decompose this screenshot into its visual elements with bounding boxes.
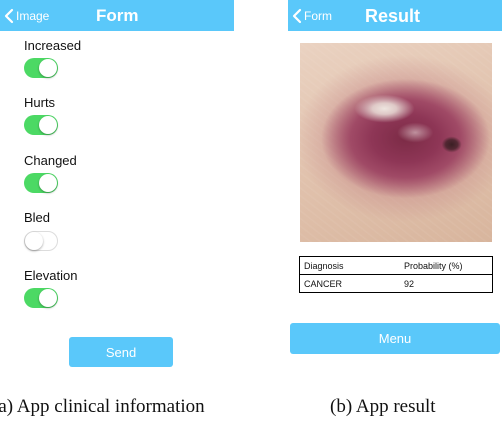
caption-right: (b) App result	[330, 396, 436, 417]
back-button-label: Form	[304, 9, 332, 23]
field-label-changed: Changed	[24, 153, 77, 168]
toggle-changed[interactable]	[24, 173, 58, 193]
field-label-hurts: Hurts	[24, 95, 56, 110]
toggle-knob	[25, 232, 43, 250]
toggle-knob	[39, 116, 57, 134]
toggle-knob	[39, 174, 57, 192]
toggle-bled[interactable]	[24, 231, 58, 251]
skin-lesion-photo	[300, 43, 492, 242]
field-label-bled: Bled	[24, 210, 51, 225]
back-button-label: Image	[16, 9, 50, 23]
result-nav-bar: Form Result	[288, 0, 502, 31]
caption-left: (a) App clinical information	[0, 396, 205, 417]
toggle-knob	[39, 59, 57, 77]
toggle-hurts[interactable]	[24, 115, 58, 135]
chevron-left-icon	[4, 8, 14, 24]
form-nav-bar: Image Form	[0, 0, 234, 31]
result-table: Diagnosis Probability (%) CANCER 92	[299, 256, 493, 293]
send-button[interactable]: Send	[69, 337, 173, 367]
page-title: Form	[96, 6, 139, 25]
result-screen: Form Result Diagnosis Probability (%) CA…	[288, 0, 502, 360]
field-label-increased: Increased	[24, 38, 82, 53]
probability-value: 92	[400, 274, 493, 293]
diagnosis-value: CANCER	[299, 274, 400, 293]
back-button[interactable]: Form	[290, 8, 332, 24]
toggle-knob	[39, 289, 57, 307]
page-title: Result	[365, 6, 421, 26]
table-row: CANCER 92	[299, 274, 493, 293]
back-button[interactable]: Image	[2, 8, 49, 24]
table-header-row: Diagnosis Probability (%)	[299, 256, 493, 275]
table-header-probability: Probability (%)	[400, 256, 493, 275]
chevron-left-icon	[292, 8, 302, 24]
field-label-elevation: Elevation	[24, 268, 78, 283]
toggle-elevation[interactable]	[24, 288, 58, 308]
table-header-diagnosis: Diagnosis	[299, 256, 400, 275]
form-screen: Image Form Increased Hurts Changed Bled …	[0, 0, 234, 367]
toggle-increased[interactable]	[24, 58, 58, 78]
menu-button[interactable]: Menu	[290, 323, 500, 354]
